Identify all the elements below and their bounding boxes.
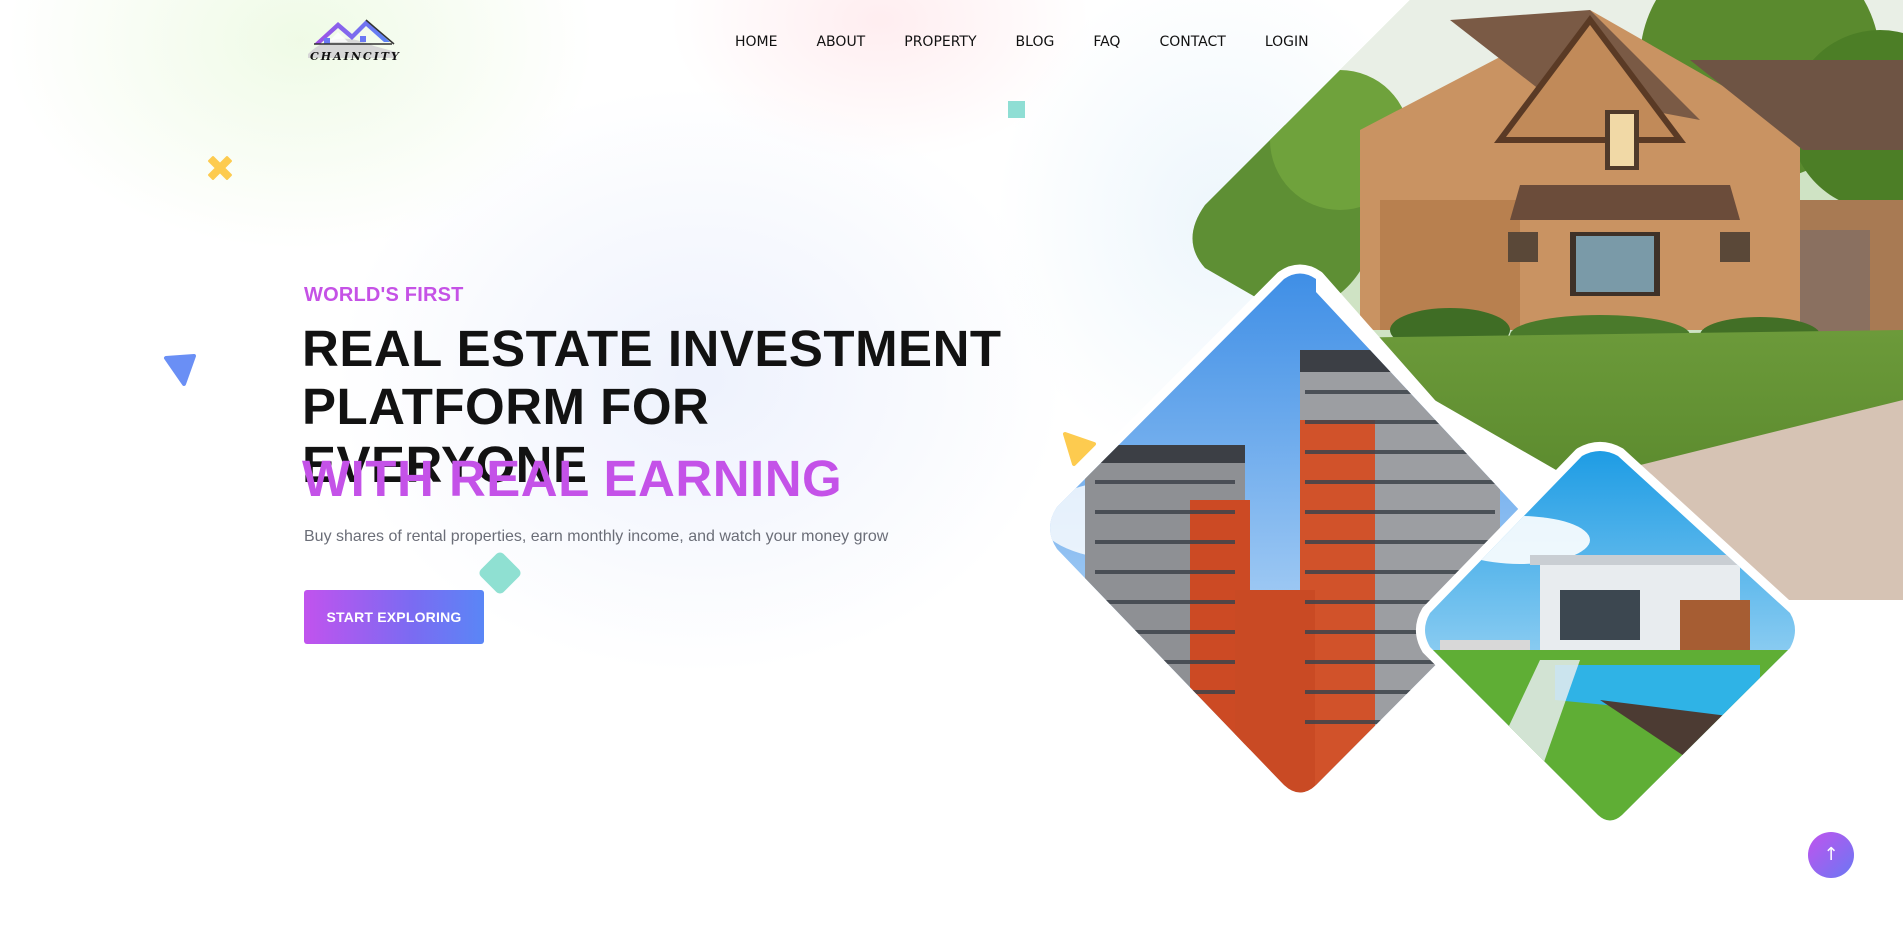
arrow-up-icon: ↑ <box>1823 844 1839 865</box>
property-images-collage <box>1041 0 1903 830</box>
scroll-to-top-button[interactable]: ↑ <box>1808 832 1854 878</box>
